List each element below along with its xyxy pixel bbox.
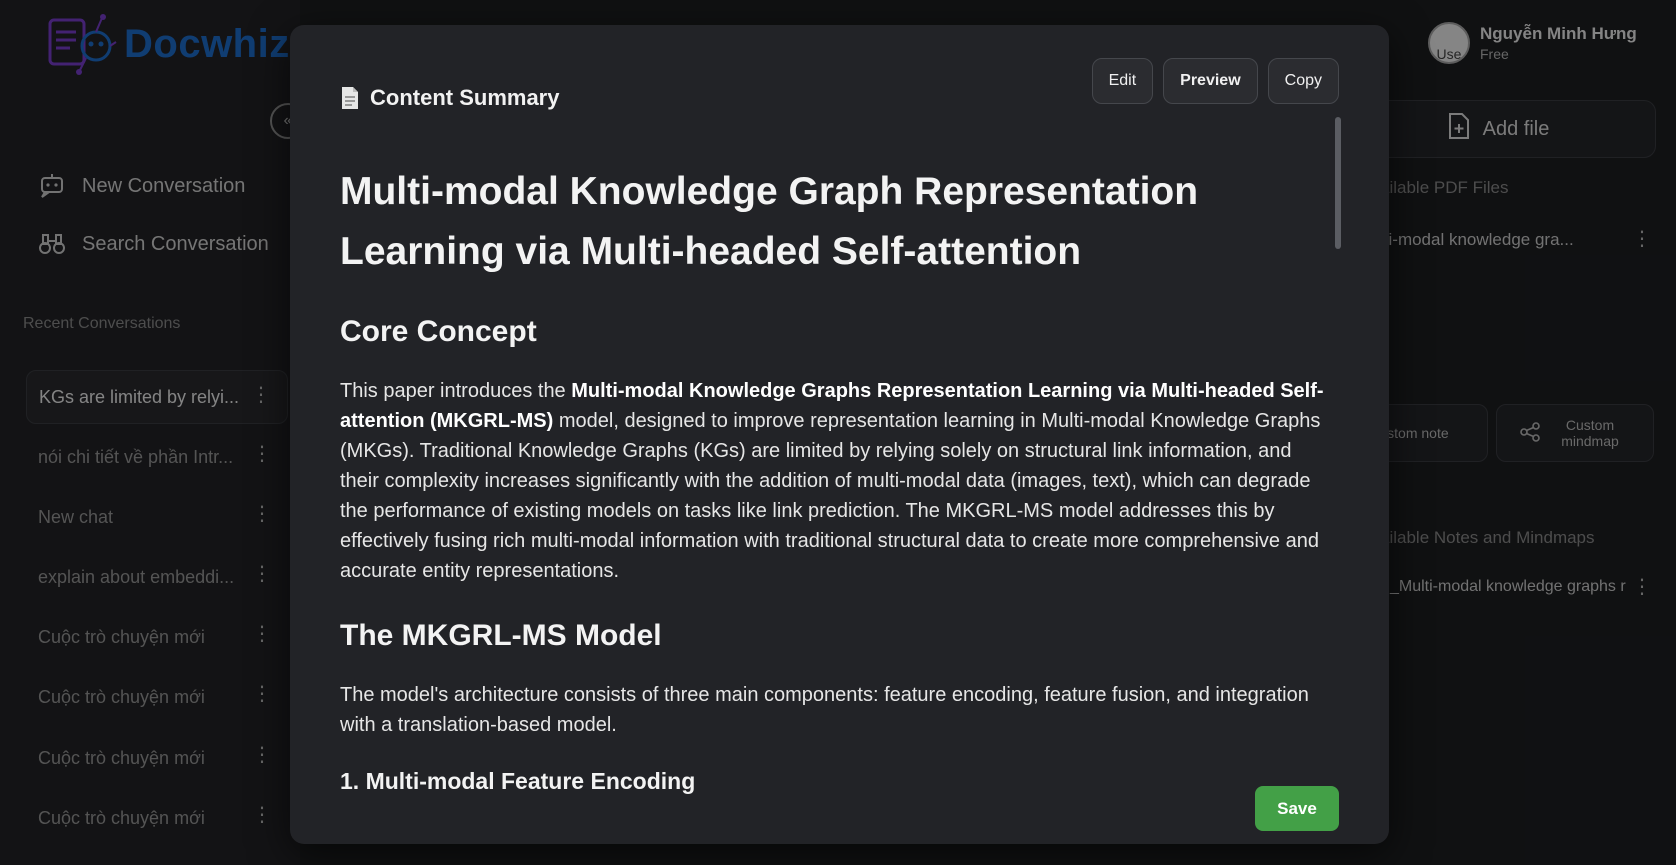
preview-button[interactable]: Preview <box>1163 58 1258 104</box>
section-heading-core-concept: Core Concept <box>340 315 537 348</box>
content-scrollbar[interactable] <box>1335 117 1341 249</box>
save-button[interactable]: Save <box>1255 786 1339 831</box>
paragraph-text: This paper introduces the <box>340 380 572 402</box>
edit-button[interactable]: Edit <box>1091 58 1154 104</box>
copy-button[interactable]: Copy <box>1267 58 1339 104</box>
document-icon <box>340 86 360 110</box>
document-title: Multi-modal Knowledge Graph Representati… <box>340 170 1199 273</box>
paragraph-text: model, designed to improve representatio… <box>340 410 1321 582</box>
core-concept-paragraph: This paper introduces the Multi-modal Kn… <box>340 376 1330 586</box>
modal-title: Content Summary <box>370 85 560 110</box>
model-paragraph: The model's architecture consists of thr… <box>340 684 1309 736</box>
section-heading-model: The MKGRL-MS Model <box>340 619 662 652</box>
subsection-heading: 1. Multi-modal Feature Encoding <box>340 768 696 794</box>
mode-toolbar: Edit Preview Copy <box>1091 58 1339 104</box>
summary-content: Multi-modal Knowledge Graph Representati… <box>340 140 1330 805</box>
modal-header: Content Summary <box>340 85 559 111</box>
content-summary-modal: Content Summary Edit Preview Copy Multi-… <box>290 25 1389 844</box>
